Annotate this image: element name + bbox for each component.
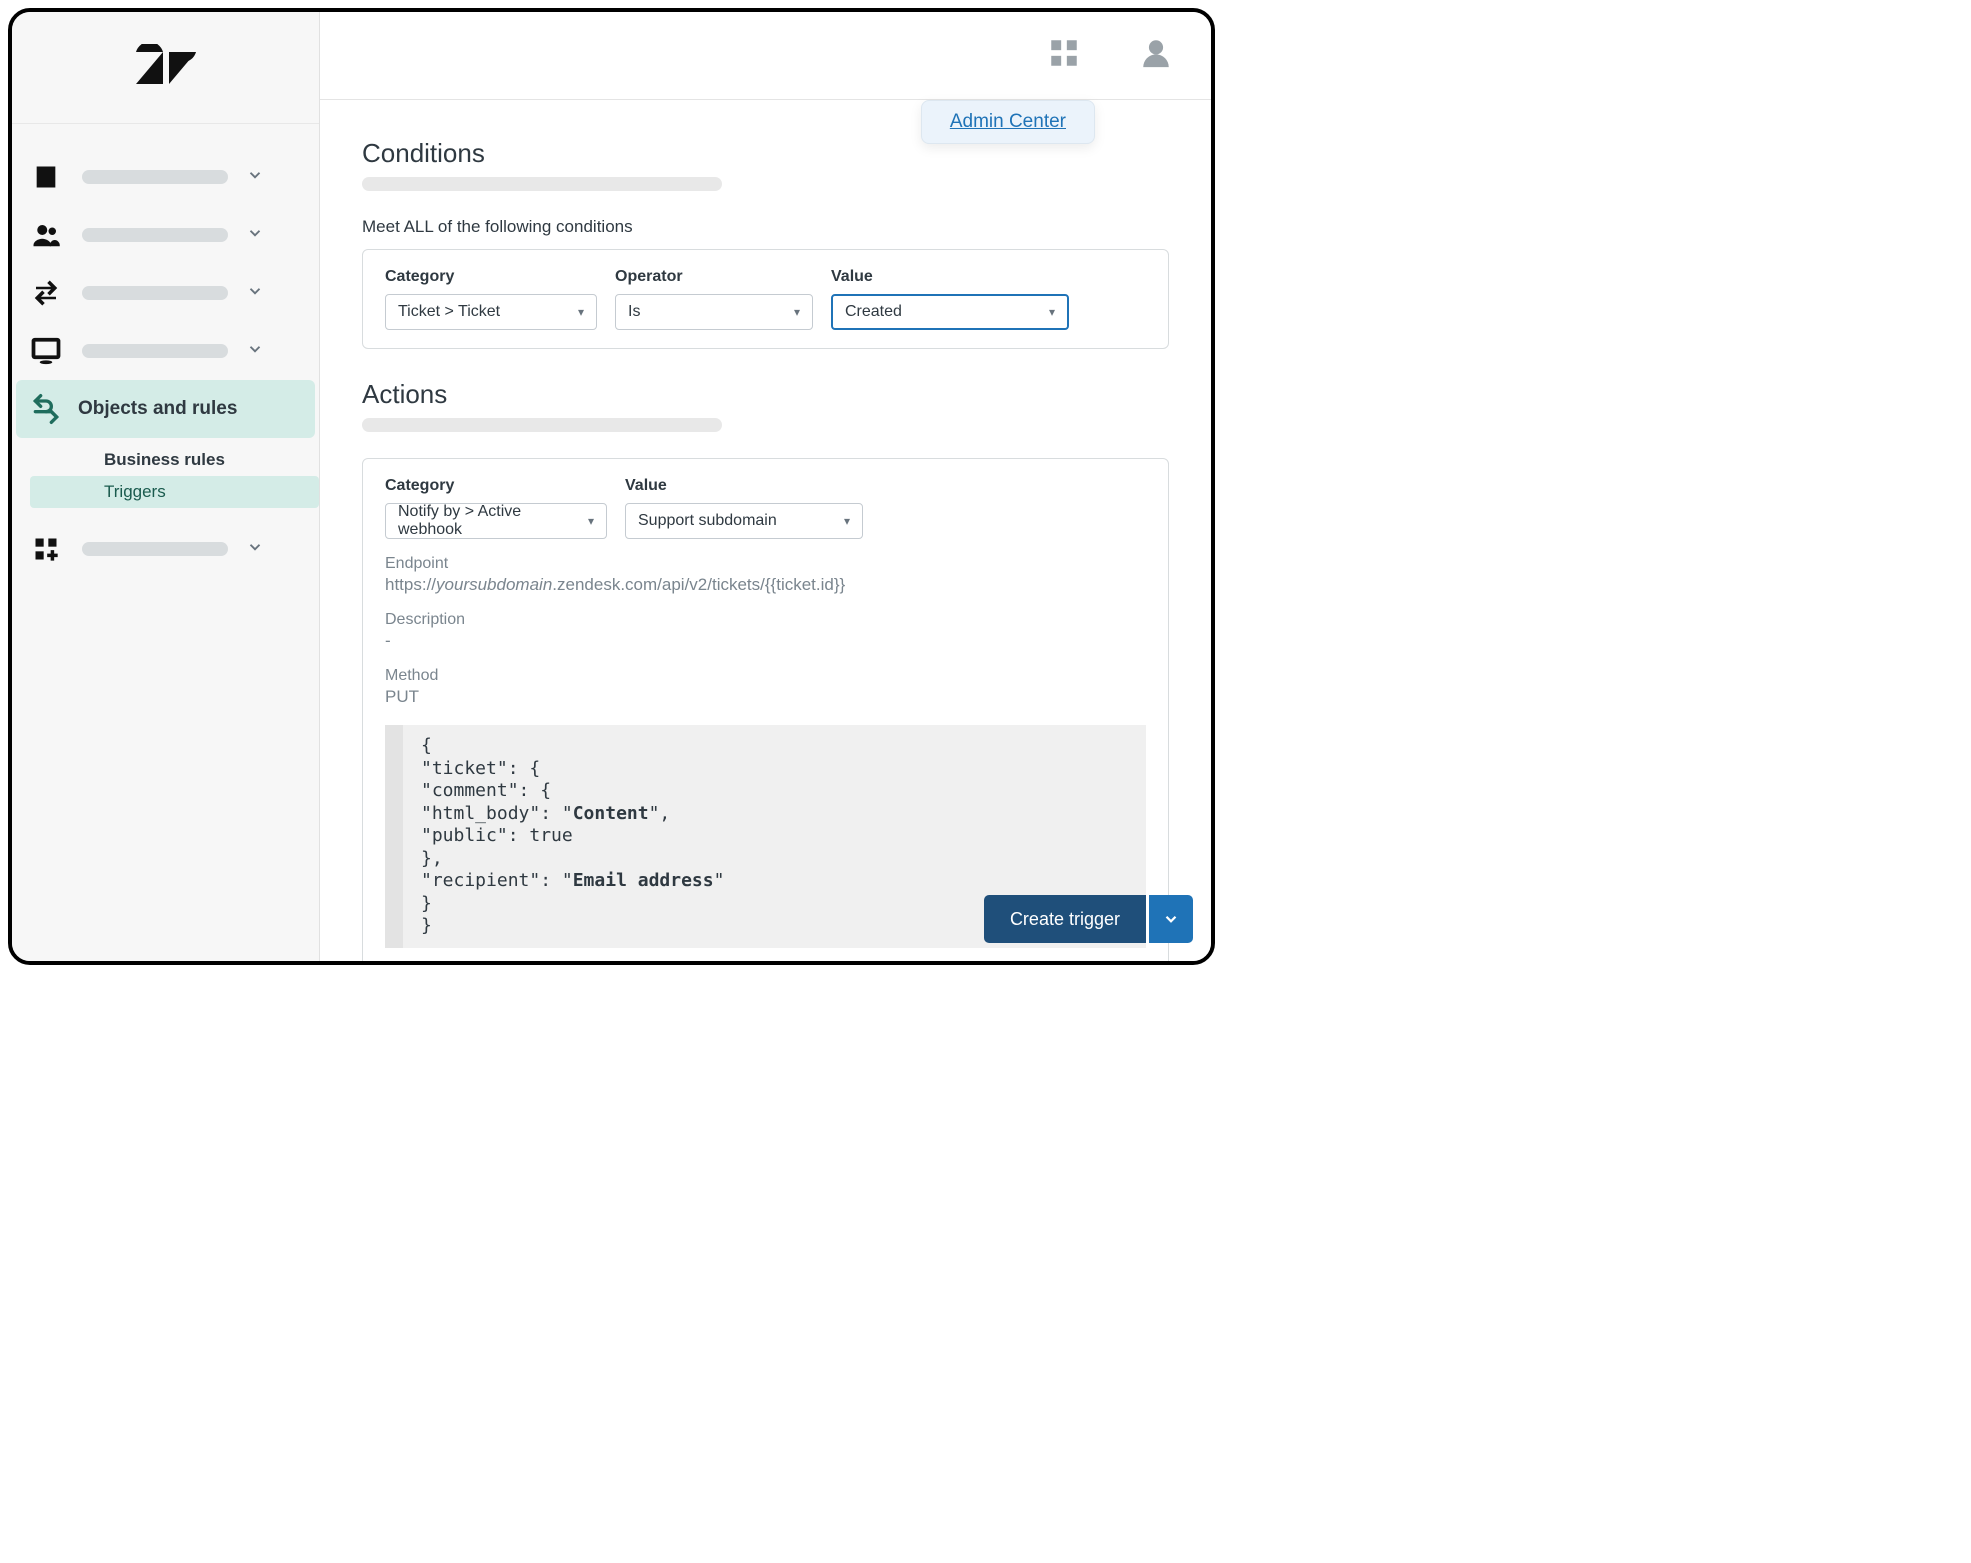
placeholder-bar bbox=[362, 418, 722, 432]
select-value: Ticket > Ticket bbox=[398, 303, 500, 321]
endpoint-label: Endpoint bbox=[385, 555, 1146, 573]
endpoint-subdomain: yoursubdomain bbox=[436, 575, 552, 594]
apps-plus-icon bbox=[28, 531, 64, 567]
action-value-label: Value bbox=[625, 477, 863, 495]
create-trigger-dropdown-button[interactable] bbox=[1149, 895, 1193, 943]
action-category-select[interactable]: Notify by > Active webhook ▾ bbox=[385, 503, 607, 539]
admin-center-popover: Admin Center bbox=[921, 100, 1095, 144]
sidebar: Objects and rules Business rules Trigger… bbox=[12, 12, 320, 961]
people-icon bbox=[28, 217, 64, 253]
chevron-down-icon: ▾ bbox=[1049, 305, 1055, 319]
method-value: PUT bbox=[385, 687, 1146, 707]
chevron-down-icon: ▾ bbox=[794, 305, 800, 319]
endpoint-prefix: https:// bbox=[385, 575, 436, 594]
sidebar-item-apps[interactable] bbox=[12, 520, 319, 578]
action-value-select[interactable]: Support subdomain ▾ bbox=[625, 503, 863, 539]
placeholder-bar bbox=[82, 542, 228, 556]
logo-container bbox=[12, 12, 319, 124]
description-label: Description bbox=[385, 611, 1146, 629]
sidebar-item-label: Objects and rules bbox=[78, 398, 303, 420]
content-scroll[interactable]: Conditions Meet ALL of the following con… bbox=[320, 100, 1211, 961]
condition-value-select[interactable]: Created ▾ bbox=[831, 294, 1069, 330]
condition-category-label: Category bbox=[385, 268, 597, 286]
endpoint-value: https://yoursubdomain.zendesk.com/api/v2… bbox=[385, 575, 1146, 595]
select-value: Is bbox=[628, 303, 640, 321]
sidebar-item-people[interactable] bbox=[12, 206, 319, 264]
app-frame: Objects and rules Business rules Trigger… bbox=[8, 8, 1215, 965]
select-value: Created bbox=[845, 303, 902, 321]
subnav-item-triggers[interactable]: Triggers bbox=[30, 476, 319, 508]
routing-icon bbox=[28, 391, 64, 427]
footer-actions: Create trigger bbox=[984, 895, 1193, 943]
admin-center-link[interactable]: Admin Center bbox=[950, 111, 1066, 132]
chevron-down-icon bbox=[246, 224, 264, 247]
method-label: Method bbox=[385, 667, 1146, 685]
create-trigger-button[interactable]: Create trigger bbox=[984, 895, 1146, 943]
chevron-down-icon bbox=[246, 282, 264, 305]
chevron-down-icon bbox=[246, 538, 264, 561]
subnav-header[interactable]: Business rules bbox=[104, 444, 319, 476]
sidebar-item-channels[interactable] bbox=[12, 264, 319, 322]
topbar bbox=[320, 12, 1211, 100]
placeholder-bar bbox=[82, 170, 228, 184]
chevron-down-icon: ▾ bbox=[588, 514, 594, 528]
actions-heading: Actions bbox=[362, 379, 1169, 410]
description-value: - bbox=[385, 631, 1146, 651]
products-grid-icon[interactable] bbox=[1047, 36, 1081, 75]
condition-operator-label: Operator bbox=[615, 268, 813, 286]
conditions-meet-all-label: Meet ALL of the following conditions bbox=[362, 217, 1169, 237]
sidebar-subnav: Business rules Triggers bbox=[12, 438, 319, 514]
select-value: Support subdomain bbox=[638, 512, 777, 530]
sidebar-item-workspaces[interactable] bbox=[12, 322, 319, 380]
chevron-down-icon bbox=[1162, 910, 1180, 928]
condition-category-select[interactable]: Ticket > Ticket ▾ bbox=[385, 294, 597, 330]
actions-panel: Category Notify by > Active webhook ▾ Va… bbox=[362, 458, 1169, 961]
placeholder-bar bbox=[82, 286, 228, 300]
action-category-label: Category bbox=[385, 477, 607, 495]
chevron-down-icon bbox=[246, 166, 264, 189]
select-value: Notify by > Active webhook bbox=[398, 503, 588, 539]
chevron-down-icon bbox=[246, 340, 264, 363]
placeholder-bar bbox=[82, 344, 228, 358]
chevron-down-icon: ▾ bbox=[578, 305, 584, 319]
placeholder-bar bbox=[362, 177, 722, 191]
condition-operator-select[interactable]: Is ▾ bbox=[615, 294, 813, 330]
placeholder-bar bbox=[82, 228, 228, 242]
building-icon bbox=[28, 159, 64, 195]
chevron-down-icon: ▾ bbox=[844, 514, 850, 528]
endpoint-rest: .zendesk.com/api/v2/tickets/{{ticket.id}… bbox=[552, 575, 845, 594]
conditions-panel: Category Ticket > Ticket ▾ Operator Is ▾ bbox=[362, 249, 1169, 349]
condition-value-label: Value bbox=[831, 268, 1069, 286]
arrows-icon bbox=[28, 275, 64, 311]
zendesk-logo-icon bbox=[136, 44, 196, 92]
sidebar-item-objects-rules[interactable]: Objects and rules bbox=[16, 380, 315, 438]
user-avatar-icon[interactable] bbox=[1139, 36, 1173, 75]
sidebar-nav: Objects and rules Business rules Trigger… bbox=[12, 124, 319, 578]
main-area: Admin Center Conditions Meet ALL of the … bbox=[320, 12, 1211, 961]
sidebar-item-account[interactable] bbox=[12, 148, 319, 206]
monitor-icon bbox=[28, 333, 64, 369]
